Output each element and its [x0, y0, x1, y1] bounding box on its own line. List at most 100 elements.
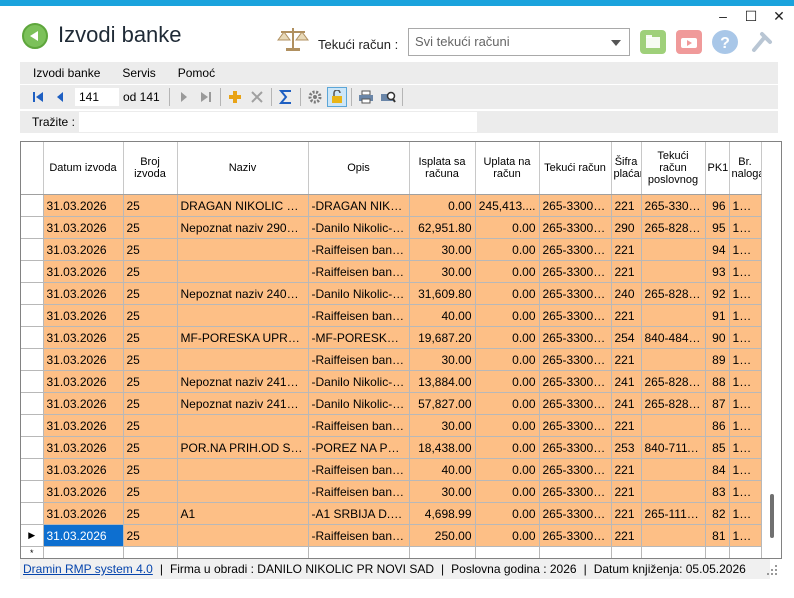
vertical-scrollbar[interactable] [763, 142, 781, 558]
new-row[interactable]: * [21, 546, 762, 558]
cell-broj-izvoda[interactable]: 25 [123, 414, 178, 437]
cell-broj-izvoda[interactable]: 25 [123, 392, 178, 415]
cell-sifra-placanja[interactable]: 254 [611, 326, 642, 349]
column-header-col-sifra-placanja[interactable]: Šifra plaćanja [611, 142, 642, 195]
cell-opis[interactable]: -Raiffeisen banka... [308, 524, 410, 547]
column-header-col-br-naloga[interactable]: Br. naloga [729, 142, 762, 195]
cell-broj-izvoda[interactable]: 25 [123, 370, 178, 393]
cell-uplata[interactable]: 0.00 [475, 480, 540, 503]
cell-tekuci-racun-poslovnog[interactable] [641, 304, 706, 327]
cell-broj-izvoda[interactable]: 25 [123, 502, 178, 525]
cell-broj-izvoda[interactable]: 25 [123, 238, 178, 261]
resize-grip-icon[interactable] [766, 564, 778, 576]
new-row-cell[interactable] [177, 546, 309, 558]
cell-br-naloga[interactable]: 100... [729, 238, 762, 261]
cell-tekuci-racun[interactable]: 265-33003... [539, 304, 612, 327]
cell-naziv[interactable]: Nepoznat naziv 290858... [177, 216, 309, 239]
cell-tekuci-racun[interactable]: 265-33003... [539, 326, 612, 349]
tools-icon[interactable] [748, 30, 774, 54]
cell-opis[interactable]: -Raiffeisen banka... [308, 238, 410, 261]
cell-isplata[interactable]: 13,884.00 [409, 370, 476, 393]
cell-tekuci-racun[interactable]: 265-33003... [539, 194, 612, 217]
cell-tekuci-racun-poslovnog[interactable]: 265-1110... [641, 502, 706, 525]
print-icon[interactable] [356, 87, 376, 107]
new-row-cell[interactable] [729, 546, 762, 558]
new-row-cell[interactable] [539, 546, 612, 558]
cell-pk1[interactable]: 83 [705, 480, 730, 503]
cell-opis[interactable]: -Raiffeisen banka... [308, 348, 410, 371]
cell-pk1[interactable]: 85 [705, 436, 730, 459]
cell-tekuci-racun-poslovnog[interactable]: 265-8283... [641, 392, 706, 415]
cell-tekuci-racun-poslovnog[interactable] [641, 238, 706, 261]
cell-datum-izvoda[interactable]: 31.03.2026 [43, 326, 124, 349]
table-row[interactable]: 31.03.2026 25 -Raiffeisen banka... 30.00 0.0… [21, 348, 762, 371]
row-header[interactable] [21, 326, 44, 349]
cell-isplata[interactable]: 31,609.80 [409, 282, 476, 305]
cell-isplata[interactable]: 30.00 [409, 238, 476, 261]
cell-tekuci-racun-poslovnog[interactable]: 265-8283... [641, 370, 706, 393]
cell-tekuci-racun[interactable]: 265-33003... [539, 348, 612, 371]
cell-opis[interactable]: -DRAGAN NIKO... [308, 194, 410, 217]
cell-tekuci-racun-poslovnog[interactable] [641, 260, 706, 283]
cell-uplata[interactable]: 0.00 [475, 436, 540, 459]
cell-opis[interactable]: -Raiffeisen banka... [308, 480, 410, 503]
cell-broj-izvoda[interactable]: 25 [123, 458, 178, 481]
cell-sifra-placanja[interactable]: 221 [611, 348, 642, 371]
cell-opis[interactable]: -Raiffeisen banka... [308, 458, 410, 481]
cell-tekuci-racun[interactable]: 265-33003... [539, 480, 612, 503]
cell-datum-izvoda[interactable]: 31.03.2026 [43, 282, 124, 305]
cell-uplata[interactable]: 0.00 [475, 502, 540, 525]
cell-datum-izvoda[interactable]: 31.03.2026 [43, 194, 124, 217]
cell-tekuci-racun-poslovnog[interactable]: 840-4848... [641, 326, 706, 349]
youtube-icon[interactable] [676, 30, 702, 54]
lock-icon[interactable] [326, 87, 347, 107]
column-header-col-uplata[interactable]: Uplata na račun [475, 142, 540, 195]
cell-sifra-placanja[interactable]: 290 [611, 216, 642, 239]
cell-pk1[interactable]: 95 [705, 216, 730, 239]
cell-tekuci-racun-poslovnog[interactable]: 265-8283... [641, 282, 706, 305]
table-row[interactable]: 31.03.2026 25 -Raiffeisen banka... 40.00 0.0… [21, 458, 762, 481]
cell-broj-izvoda[interactable]: 25 [123, 480, 178, 503]
cell-datum-izvoda[interactable]: 31.03.2026 [43, 216, 124, 239]
record-position-input[interactable] [75, 88, 119, 106]
table-row[interactable]: ▶ 31.03.2026 25 -Raiffeisen banka... 250.00 0… [21, 524, 762, 547]
cell-tekuci-racun-poslovnog[interactable] [641, 480, 706, 503]
cell-datum-izvoda[interactable]: 31.03.2026 [43, 524, 124, 547]
row-header[interactable]: ▶ [21, 524, 44, 547]
cell-tekuci-racun[interactable]: 265-33003... [539, 502, 612, 525]
cell-sifra-placanja[interactable]: 240 [611, 282, 642, 305]
new-row-marker[interactable]: * [21, 546, 44, 558]
column-header-col-isplata[interactable]: Isplata sa računa [409, 142, 476, 195]
cell-br-naloga[interactable]: 100... [729, 194, 762, 217]
cell-uplata[interactable]: 0.00 [475, 524, 540, 547]
cell-sifra-placanja[interactable]: 221 [611, 260, 642, 283]
cell-datum-izvoda[interactable]: 31.03.2026 [43, 348, 124, 371]
cell-opis[interactable]: -Danilo Nikolic-N... [308, 392, 410, 415]
cell-opis[interactable]: -MF-PORESKA U... [308, 326, 410, 349]
new-row-cell[interactable] [123, 546, 178, 558]
cell-sifra-placanja[interactable]: 221 [611, 238, 642, 261]
cell-isplata[interactable]: 40.00 [409, 304, 476, 327]
table-row[interactable]: 31.03.2026 25 -Raiffeisen banka... 40.00 0.0… [21, 304, 762, 327]
cell-tekuci-racun-poslovnog[interactable] [641, 414, 706, 437]
table-row[interactable]: 31.03.2026 25 DRAGAN NIKOLIC PR ... -DRAGAN… [21, 194, 762, 217]
cell-br-naloga[interactable]: 100... [729, 458, 762, 481]
scrollbar-thumb[interactable] [770, 494, 774, 538]
cell-naziv[interactable]: DRAGAN NIKOLIC PR ... [177, 194, 309, 217]
cell-tekuci-racun-poslovnog[interactable] [641, 524, 706, 547]
cell-uplata[interactable]: 0.00 [475, 458, 540, 481]
last-record-icon[interactable] [196, 87, 216, 107]
cell-tekuci-racun[interactable]: 265-33003... [539, 414, 612, 437]
row-header[interactable] [21, 238, 44, 261]
new-row-cell[interactable] [409, 546, 476, 558]
cell-isplata[interactable]: 4,698.99 [409, 502, 476, 525]
cell-opis[interactable]: -Danilo Nikolic-Dr... [308, 216, 410, 239]
cell-datum-izvoda[interactable]: 31.03.2026 [43, 304, 124, 327]
cell-isplata[interactable]: 250.00 [409, 524, 476, 547]
cell-uplata[interactable]: 0.00 [475, 392, 540, 415]
account-select[interactable]: Svi tekući računi [408, 28, 630, 56]
cell-broj-izvoda[interactable]: 25 [123, 348, 178, 371]
row-header[interactable] [21, 216, 44, 239]
table-row[interactable]: 31.03.2026 25 Nepoznat naziv 290858... -Dan… [21, 216, 762, 239]
cell-isplata[interactable]: 19,687.20 [409, 326, 476, 349]
